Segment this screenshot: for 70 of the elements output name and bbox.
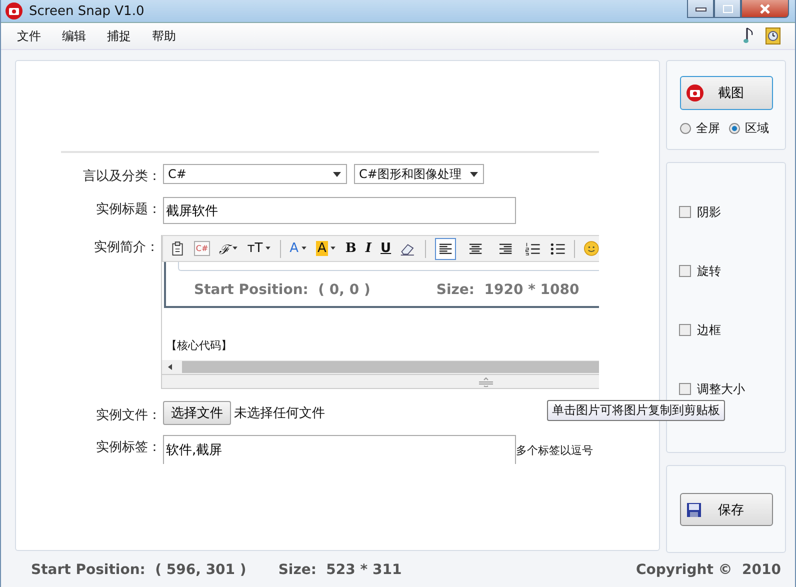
choose-file-button[interactable]: 选择文件 — [163, 401, 231, 425]
clipboard-icon[interactable] — [171, 240, 185, 258]
numbered-list-icon[interactable] — [525, 240, 541, 256]
language-select[interactable]: C# — [163, 164, 347, 184]
align-left-icon[interactable] — [434, 238, 456, 260]
start-position-text: Start Position: ( 0, 0 ) — [194, 282, 370, 298]
option-checkbox[interactable] — [679, 383, 691, 395]
caret-icon — [469, 170, 480, 178]
field-label: 实例文件： — [95, 406, 161, 424]
option-checkbox[interactable] — [679, 265, 691, 277]
menu-item[interactable]: 捕捉 — [107, 28, 131, 44]
scroll-left-icon[interactable] — [166, 363, 174, 371]
radio-label: 区域 — [745, 120, 769, 137]
italic-button[interactable]: I — [365, 241, 372, 256]
capture-button[interactable]: 截图 — [680, 76, 773, 110]
minimize-button[interactable] — [687, 0, 714, 18]
field-label: 实例标签： — [95, 439, 161, 456]
font-dropdown[interactable]: ℱ — [219, 240, 238, 258]
caret-icon — [330, 246, 336, 251]
window-title: Screen Snap V1.0 — [29, 4, 144, 18]
menu-item[interactable]: 编辑 — [62, 28, 86, 44]
option-checkbox[interactable] — [679, 206, 691, 218]
checkbox-label: 阴影 — [697, 204, 721, 220]
capture-mode-radio[interactable] — [680, 123, 691, 134]
code-button[interactable]: C# — [194, 241, 210, 256]
file-status-text: 未选择任何文件 — [234, 405, 325, 422]
title-input[interactable]: 截屏软件 — [163, 197, 516, 224]
editor-content[interactable]: Start Position: ( 0, 0 ) Size: 1920 * 1080 【核心代码】 — [162, 262, 599, 360]
radio-label: 全屏 — [696, 120, 720, 137]
font-size-dropdown[interactable]: ᴛT — [247, 241, 271, 256]
field-label: 实例标题： — [95, 201, 161, 218]
field-label: 言以及分类： — [82, 168, 161, 185]
caret-icon — [300, 246, 307, 251]
caret-icon — [264, 246, 271, 251]
close-button[interactable] — [741, 0, 789, 18]
smiley-icon[interactable] — [584, 240, 599, 257]
camera-icon — [5, 2, 23, 20]
camera-icon — [686, 84, 704, 102]
checkbox-label: 调整大小 — [697, 380, 745, 398]
horizontal-scrollbar[interactable] — [162, 360, 599, 374]
menu-item[interactable]: 文件 — [17, 28, 41, 44]
size-text: Size: 523 * 311 — [278, 562, 402, 578]
capture-mode-radio[interactable] — [729, 123, 740, 134]
tooltip: 单击图片可将图片复制到剪贴板 — [547, 400, 725, 421]
music-note-icon[interactable] — [743, 27, 755, 45]
tags-hint: 多个标签以逗号 — [516, 443, 593, 458]
field-label: 实例简介： — [93, 239, 159, 256]
checkbox-label: 边框 — [697, 322, 721, 338]
caret-icon — [232, 246, 238, 251]
underline-button[interactable]: U — [380, 241, 392, 256]
resize-handle-icon[interactable] — [478, 376, 494, 386]
bold-button[interactable]: B — [345, 241, 356, 256]
maximize-icon — [722, 4, 734, 14]
start-position-text: Start Position: ( 596, 301 ) — [31, 562, 246, 578]
option-checkbox[interactable] — [679, 324, 691, 336]
clock-icon[interactable] — [765, 27, 781, 45]
checkbox-label: 旋转 — [697, 262, 721, 280]
maximize-button[interactable] — [714, 0, 741, 18]
tags-input[interactable]: 软件,截屏 — [163, 435, 516, 464]
save-button[interactable]: 保存 — [680, 493, 773, 526]
menu-item[interactable]: 帮助 — [152, 28, 176, 44]
copyright-text: Copyright © 2010 — [636, 562, 781, 578]
code-heading: 【核心代码】 — [166, 338, 232, 353]
font-color-button[interactable]: A — [290, 241, 307, 256]
minimize-icon — [694, 6, 706, 12]
close-icon — [759, 4, 771, 14]
caret-icon — [332, 170, 342, 178]
subcategory-select[interactable]: C#图形和图像处理 — [354, 164, 484, 184]
size-text: Size: 1920 * 1080 — [436, 282, 580, 298]
bullet-list-icon[interactable] — [550, 240, 566, 256]
